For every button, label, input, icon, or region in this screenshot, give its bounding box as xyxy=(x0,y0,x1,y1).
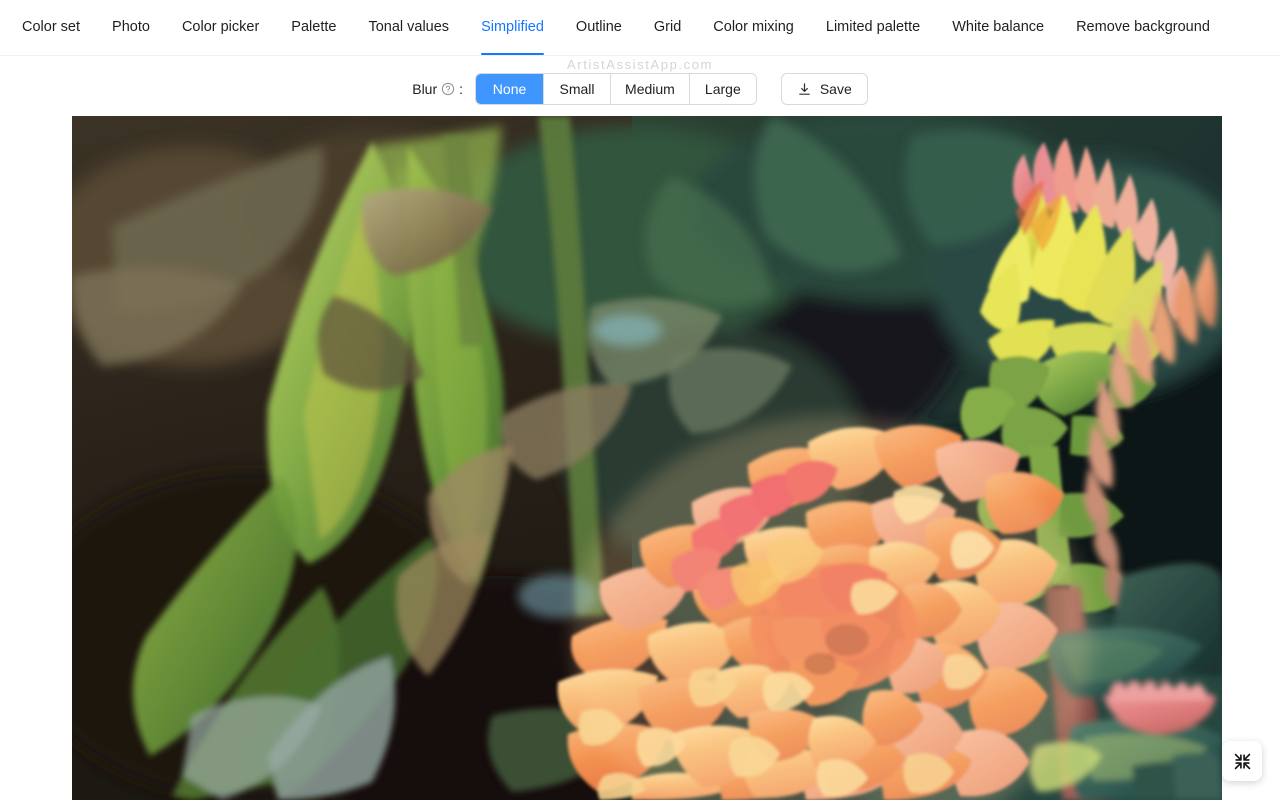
blur-segmented-control: None Small Medium Large xyxy=(475,73,757,105)
tab-underline xyxy=(481,53,544,55)
question-circle-icon[interactable] xyxy=(441,82,455,96)
tab-grid[interactable]: Grid xyxy=(638,0,697,55)
tab-palette[interactable]: Palette xyxy=(275,0,352,55)
tab-label: Color mixing xyxy=(713,19,794,36)
blur-label-text: Blur xyxy=(412,81,438,97)
tab-label: White balance xyxy=(952,19,1045,36)
image-viewer xyxy=(0,110,1280,800)
tab-simplified[interactable]: Simplified xyxy=(465,0,560,55)
download-icon xyxy=(797,82,812,97)
tab-color-picker[interactable]: Color picker xyxy=(166,0,275,55)
tab-white-balance[interactable]: White balance xyxy=(936,0,1060,55)
tab-label: Grid xyxy=(653,19,682,36)
tab-tonal-values[interactable]: Tonal values xyxy=(352,0,465,55)
tab-remove-background[interactable]: Remove background xyxy=(1060,0,1226,55)
tab-label: Color picker xyxy=(181,19,260,36)
save-button-label: Save xyxy=(819,81,852,97)
tab-label: Outline xyxy=(575,19,622,36)
tab-label: Simplified xyxy=(481,19,544,36)
tab-color-mixing[interactable]: Color mixing xyxy=(697,0,810,55)
tab-label: Color set xyxy=(22,19,81,36)
tab-outline[interactable]: Outline xyxy=(560,0,638,55)
blur-option-none[interactable]: None xyxy=(476,74,544,104)
blur-option-medium[interactable]: Medium xyxy=(610,74,689,104)
tab-photo[interactable]: Photo xyxy=(96,0,166,55)
tab-label: Limited palette xyxy=(825,19,921,36)
blur-toolbar: Blur : None Small Medium Large Save xyxy=(0,56,1280,110)
tab-label: Tonal values xyxy=(368,19,450,36)
main-tab-bar: Color set Photo Color picker Palette Ton… xyxy=(0,0,1280,56)
blur-option-small[interactable]: Small xyxy=(543,74,611,104)
blur-label: Blur : xyxy=(412,81,463,97)
fullscreen-toggle-button[interactable] xyxy=(1222,741,1262,781)
tab-label: Remove background xyxy=(1076,19,1210,36)
blur-label-colon: : xyxy=(459,81,464,97)
blur-option-large[interactable]: Large xyxy=(688,74,756,104)
save-button[interactable]: Save xyxy=(780,73,868,105)
compress-icon xyxy=(1233,752,1252,771)
tab-label: Photo xyxy=(112,19,150,36)
app-root: Color set Photo Color picker Palette Ton… xyxy=(0,0,1280,800)
tab-limited-palette[interactable]: Limited palette xyxy=(810,0,936,55)
tab-label: Palette xyxy=(291,19,337,36)
simplified-photo-canvas[interactable] xyxy=(72,116,1222,800)
tab-color-set[interactable]: Color set xyxy=(8,0,96,55)
